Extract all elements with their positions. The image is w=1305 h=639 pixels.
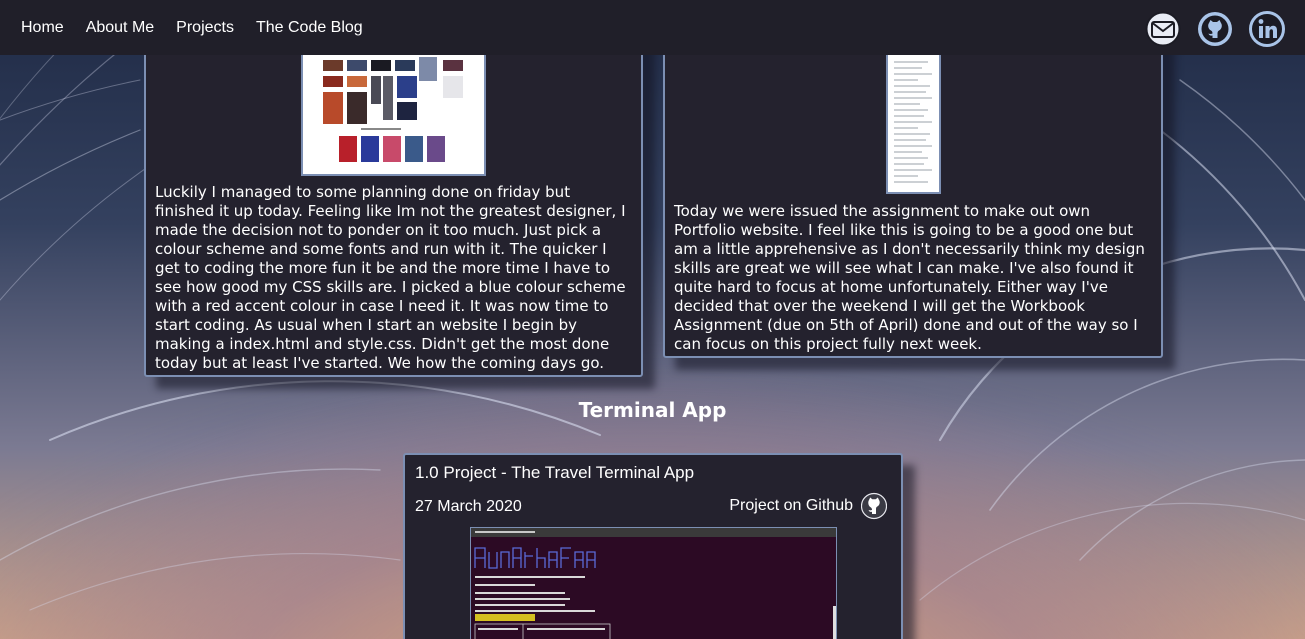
nav-link-home[interactable]: Home — [21, 19, 64, 37]
social-icons — [1145, 10, 1285, 47]
github-icon[interactable] — [1197, 11, 1233, 47]
email-icon[interactable] — [1145, 11, 1181, 47]
project-title[interactable]: 1.0 Project - The Travel Terminal App — [415, 463, 694, 483]
terminal-app-screenshot[interactable] — [470, 527, 837, 639]
top-navbar: Home About Me Projects The Code Blog — [0, 0, 1305, 55]
project-github-link[interactable]: Project on Github — [729, 491, 888, 521]
nav-link-about-me[interactable]: About Me — [86, 19, 154, 37]
project-github-label: Project on Github — [729, 497, 853, 514]
github-icon — [860, 491, 888, 521]
project-card: 1.0 Project - The Travel Terminal App 27… — [403, 453, 903, 639]
blog-post-text-left: Luckily I managed to some planning done … — [155, 183, 626, 372]
section-title: Terminal App — [578, 398, 727, 422]
blog-post-card-left: Luckily I managed to some planning done … — [144, 0, 643, 377]
linkedin-icon[interactable] — [1249, 10, 1285, 47]
project-date: 27 March 2020 — [415, 498, 522, 515]
nav-link-code-blog[interactable]: The Code Blog — [256, 19, 363, 37]
nav-link-projects[interactable]: Projects — [176, 19, 234, 37]
nav-links: Home About Me Projects The Code Blog — [21, 19, 363, 37]
blog-screenshot-thumbnail[interactable] — [301, 52, 486, 176]
blog-document-thumbnail[interactable] — [886, 52, 941, 194]
blog-post-text-right: Today we were issued the assignment to m… — [674, 202, 1145, 353]
